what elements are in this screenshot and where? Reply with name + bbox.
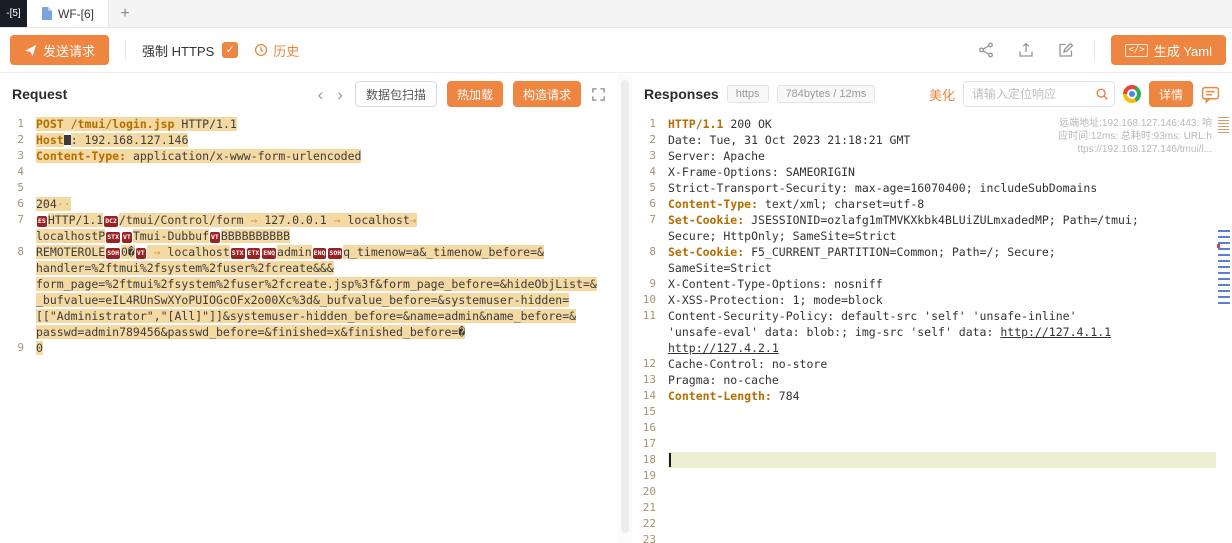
code-line: 18​ [632,452,1216,468]
code-line: 5Strict-Transport-Security: max-age=1607… [632,180,1216,196]
code-line: 3Content-Type: application/x-www-form-ur… [0,148,618,164]
document-icon [41,7,52,20]
history-button[interactable]: 历史 [254,41,299,60]
code-line: 15​ [632,404,1216,420]
force-https-checkbox[interactable]: ✓ [222,42,238,58]
code-line: 12Cache-Control: no-store [632,356,1216,372]
details-button[interactable]: 详情 [1149,81,1193,107]
protocol-badge: https [727,85,769,103]
force-https-toggle[interactable]: 强制 HTTPS ✓ [142,41,238,60]
response-editor[interactable]: 远端地址:192.168.127.146:443: 响 应时间:12ms: 总耗… [632,114,1232,543]
toolbar-divider [125,40,126,60]
chrome-icon[interactable] [1123,85,1141,103]
code-line: 2Host: 192.168.127.146 [0,132,618,148]
code-line: 17​ [632,436,1216,452]
code-line: 16​ [632,420,1216,436]
request-scrollbar[interactable] [618,74,632,543]
fullscreen-icon[interactable] [591,87,606,102]
code-line: 3Server: Apache [632,148,1216,164]
search-icon[interactable] [1090,87,1114,101]
size-time-badge: 784bytes / 12ms [777,85,876,103]
code-line: 7ESHTTP/1.1DC2/tmui/Control/form → 127.0… [0,212,618,244]
code-line: 13Pragma: no-cache [632,372,1216,388]
code-line: 11Content-Security-Policy: default-src '… [632,308,1216,356]
prev-request-button[interactable]: ‹ [316,86,326,103]
hot-reload-button[interactable]: 热加载 [447,81,503,107]
search-box [963,81,1115,107]
request-panel: Request ‹ › 数据包扫描 热加载 构造请求 1POST /tmui/l… [0,74,618,543]
code-line: 6204·· [0,196,618,212]
main-area: Request ‹ › 数据包扫描 热加载 构造请求 1POST /tmui/l… [0,74,1232,543]
next-request-button[interactable]: › [335,86,345,103]
code-line: 1POST /tmui/login.jsp HTTP/1.1 [0,116,618,132]
generate-yaml-button[interactable]: </> 生成 Yaml [1111,35,1226,65]
code-line: 5​ [0,180,618,196]
minimap-headers-mark [1218,117,1229,135]
clock-icon [254,43,268,57]
tab-previous-partial[interactable]: -[5] [0,0,27,27]
packet-scan-button[interactable]: 数据包扫描 [355,81,437,107]
code-line: 14Content-Length: 784 [632,388,1216,404]
request-title: Request [12,86,67,102]
send-icon [24,44,37,57]
code-line: 1HTTP/1.1 200 OK [632,116,1216,132]
tab-wf6[interactable]: WF-[6] [27,0,109,27]
force-https-label: 强制 HTTPS [142,41,214,60]
request-editor[interactable]: 1POST /tmui/login.jsp HTTP/1.12Host: 192… [0,114,618,543]
code-line: 21​ [632,500,1216,516]
code-line: 7Set-Cookie: JSESSIONID=ozlafg1mTMVKXkbk… [632,212,1216,244]
code-line: 10X-XSS-Protection: 1; mode=block [632,292,1216,308]
minimap-body-mark [1218,230,1230,306]
code-line: 6Content-Type: text/xml; charset=utf-8 [632,196,1216,212]
code-line: 4​ [0,164,618,180]
text-cursor [669,453,671,467]
code-line: 90 [0,340,618,356]
toolbar-divider [1094,40,1095,60]
code-line: 8Set-Cookie: F5_CURRENT_PARTITION=Common… [632,244,1216,276]
send-request-button[interactable]: 发送请求 [10,35,109,65]
code-line: 9X-Content-Type-Options: nosniff [632,276,1216,292]
code-line: 23​ [632,532,1216,543]
minimap-marker [1217,244,1220,248]
tab-label: WF-[6] [58,7,94,21]
response-panel: Responses https 784bytes / 12ms 美化 详情 远端… [632,74,1232,543]
construct-request-button[interactable]: 构造请求 [513,81,581,107]
code-line: 4X-Frame-Options: SAMEORIGIN [632,164,1216,180]
code-line: 20​ [632,484,1216,500]
scrollbar-thumb[interactable] [621,80,629,533]
minimap-scrollbar[interactable] [1217,114,1232,543]
edit-button[interactable] [1054,38,1078,62]
code-line: 22​ [632,516,1216,532]
request-header: Request ‹ › 数据包扫描 热加载 构造请求 [0,74,618,114]
code-line: 2Date: Tue, 31 Oct 2023 21:18:21 GMT [632,132,1216,148]
code-line: 19​ [632,468,1216,484]
share-button[interactable] [974,38,998,62]
beautify-button[interactable]: 美化 [929,85,955,104]
search-input[interactable] [964,87,1090,101]
chat-icon[interactable] [1201,85,1220,104]
response-title: Responses [644,86,719,102]
new-tab-button[interactable]: + [109,0,141,27]
tab-bar: -[5] WF-[6] + [0,0,1232,28]
response-header: Responses https 784bytes / 12ms 美化 详情 [632,74,1232,114]
code-line: 8REMOTEROLESOH0�VT → localhostSTXETXENQa… [0,244,618,340]
export-button[interactable] [1014,38,1038,62]
main-toolbar: 发送请求 强制 HTTPS ✓ 历史 </> 生成 Yaml [0,28,1232,73]
code-icon: </> [1125,44,1147,57]
